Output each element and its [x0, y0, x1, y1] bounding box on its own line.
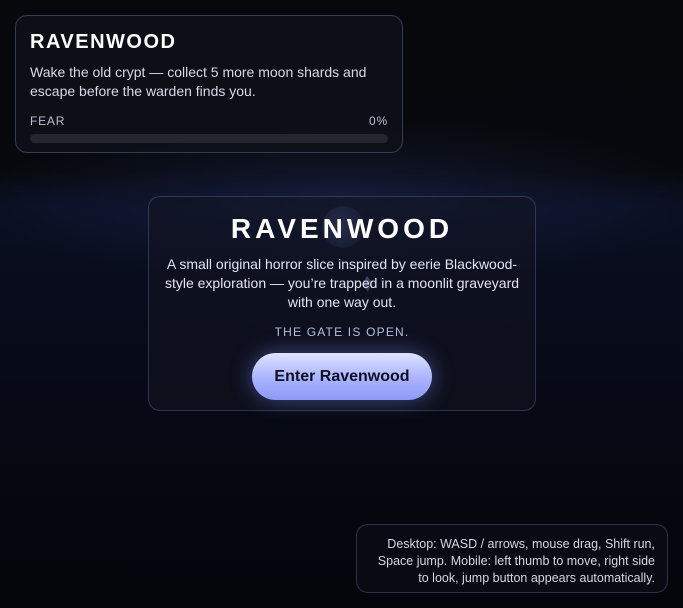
hud-objective-card: RAVENWOOD Wake the old crypt — collect 5…	[15, 15, 403, 153]
fear-meter-labels: FEAR 0%	[30, 114, 388, 128]
fear-label: FEAR	[30, 114, 66, 128]
controls-hint: Desktop: WASD / arrows, mouse drag, Shif…	[356, 524, 668, 593]
start-panel-description: A small original horror slice inspired b…	[164, 256, 520, 310]
start-panel: RAVENWOOD A small original horror slice …	[148, 196, 536, 411]
hud-title: RAVENWOOD	[30, 31, 177, 53]
enter-ravenwood-button[interactable]: Enter Ravenwood	[252, 353, 432, 400]
gate-status-text: THE GATE IS OPEN.	[274, 325, 410, 339]
hud-objective-text: Wake the old crypt — collect 5 more moon…	[30, 64, 367, 99]
start-panel-title: RAVENWOOD	[230, 213, 454, 244]
fear-value: 0%	[369, 114, 388, 128]
fear-meter-bar	[30, 134, 388, 143]
